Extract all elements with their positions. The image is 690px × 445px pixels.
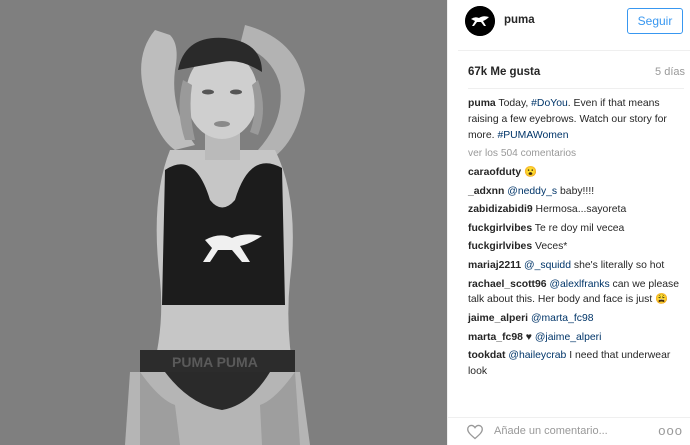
comment-username[interactable]: rachael_scott96 (468, 279, 547, 290)
list-item: tookdat @haileycrab I need that underwea… (468, 348, 683, 380)
waistband-text: PUMA PUMA (172, 354, 258, 370)
add-comment-input[interactable]: Añade un comentario... (494, 425, 608, 437)
more-options-icon[interactable]: ooo (658, 423, 683, 438)
comment-bar: Añade un comentario... ooo (448, 417, 690, 445)
comment-text: ♥ (522, 331, 535, 343)
comment-text: baby!!!! (557, 185, 595, 197)
comment-text: 😮 (521, 166, 537, 178)
likes-count[interactable]: 67k Me gusta (468, 66, 540, 78)
heart-icon[interactable] (466, 424, 484, 440)
instagram-post: PUMA PUMA puma Seguir 67k Me gusta 5 día… (0, 0, 690, 445)
comment-username[interactable]: jaime_alperi (468, 313, 528, 324)
divider (458, 50, 690, 51)
mention-link[interactable]: @marta_fc98 (531, 313, 594, 324)
hashtag-link[interactable]: #PUMAWomen (497, 130, 568, 141)
mention-link[interactable]: @_squidd (524, 260, 571, 271)
view-more-comments[interactable]: ver los 504 comentarios (468, 146, 683, 162)
comment-text: Hermosa...sayoreta (532, 204, 627, 216)
account-username[interactable]: puma (504, 14, 535, 26)
comment-username[interactable]: _adxnn (468, 186, 504, 197)
likes-row: 67k Me gusta 5 días (468, 66, 690, 78)
mention-link[interactable]: @neddy_s (507, 186, 557, 197)
comment-username[interactable]: caraofduty (468, 167, 521, 178)
caption-text: Today, (495, 98, 532, 109)
caption: puma Today, #DoYou. Even if that means r… (468, 96, 683, 143)
comment-username[interactable]: marta_fc98 (468, 332, 523, 343)
comment-username[interactable]: mariaj2211 (468, 260, 521, 271)
follow-button[interactable]: Seguir (627, 8, 683, 34)
list-item: zabidizabidi9 Hermosa...sayoreta (468, 202, 683, 218)
list-item: jaime_alperi @marta_fc98 (468, 311, 683, 327)
mention-link[interactable]: @alexlfranks (549, 279, 609, 290)
post-photo[interactable]: PUMA PUMA (0, 0, 447, 445)
comment-username[interactable]: tookdat (468, 350, 506, 361)
puma-logo-icon (465, 6, 495, 36)
list-item: mariaj2211 @_squidd she's literally so h… (468, 258, 683, 274)
hashtag-link[interactable]: #DoYou (531, 98, 568, 109)
avatar[interactable] (465, 6, 495, 36)
list-item: fuckgirlvibes Te re doy mil vecea (468, 221, 683, 237)
comment-text: she's literally so hot (571, 259, 665, 271)
caption-username[interactable]: puma (468, 98, 496, 109)
post-sidebar: puma Seguir 67k Me gusta 5 días puma Tod… (447, 0, 690, 445)
model-photo-illustration: PUMA PUMA (0, 0, 447, 445)
list-item: fuckgirlvibes Veces* (468, 239, 683, 255)
mention-link[interactable]: @haileycrab (508, 350, 566, 361)
post-header: puma Seguir (448, 0, 690, 50)
comment-text: Veces* (532, 241, 568, 253)
comments-list: puma Today, #DoYou. Even if that means r… (468, 96, 683, 383)
comment-text: Te re doy mil vecea (532, 222, 625, 234)
list-item: marta_fc98 ♥ @jaime_alperi (468, 330, 683, 346)
comment-username[interactable]: fuckgirlvibes (468, 241, 532, 252)
list-item: _adxnn @neddy_s baby!!!! (468, 184, 683, 200)
comment-username[interactable]: zabidizabidi9 (468, 204, 533, 215)
divider (468, 88, 684, 89)
post-time[interactable]: 5 días (655, 66, 685, 78)
list-item: caraofduty 😮 (468, 165, 683, 181)
mention-link[interactable]: @jaime_alperi (535, 332, 602, 343)
list-item: rachael_scott96 @alexlfranks can we plea… (468, 277, 683, 309)
comment-username[interactable]: fuckgirlvibes (468, 223, 532, 234)
